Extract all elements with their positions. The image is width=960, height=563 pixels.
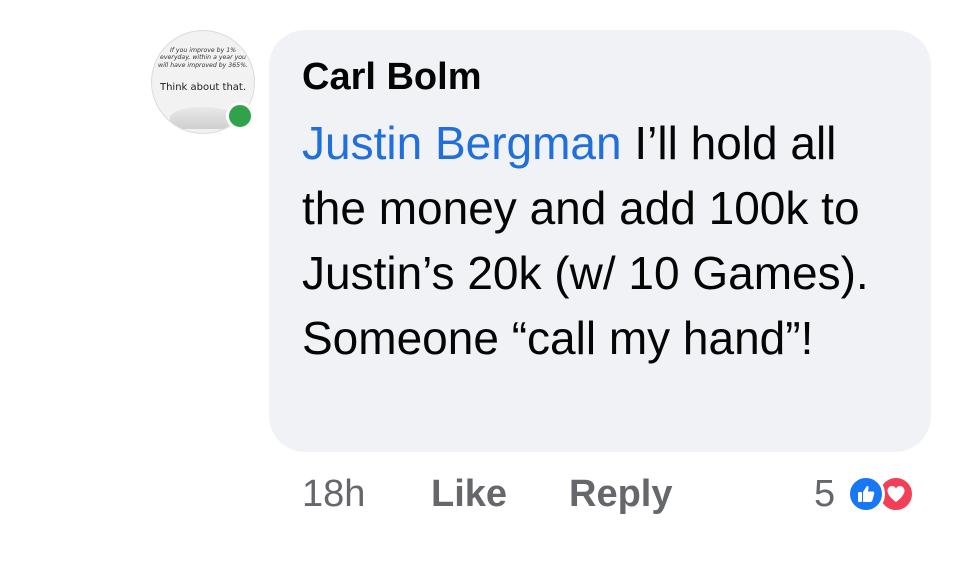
reply-button[interactable]: Reply	[569, 472, 672, 516]
online-status-icon	[226, 102, 254, 130]
like-button[interactable]: Like	[431, 472, 507, 516]
avatar-quote-line: everyday, within a year you	[160, 54, 246, 62]
like-reaction-icon[interactable]	[847, 475, 885, 513]
mention-link[interactable]: Justin Bergman	[302, 117, 622, 169]
comment-text: Justin Bergman I’ll hold all the money a…	[302, 111, 902, 371]
thumbs-up-icon	[858, 486, 875, 502]
reaction-count[interactable]: 5	[814, 472, 835, 516]
comment-timestamp-link[interactable]: 18h	[302, 472, 365, 516]
comment-bubble: Carl Bolm Justin Bergman I’ll hold all t…	[269, 30, 931, 452]
comment-thread-item: If you improve by 1% everyday, within a …	[0, 0, 960, 563]
avatar-quote-line: will have improved by 365%.	[158, 61, 248, 69]
avatar-quote: If you improve by 1% everyday, within a …	[158, 47, 248, 69]
comment-author-link[interactable]: Carl Bolm	[302, 56, 481, 98]
heart-icon	[887, 486, 905, 502]
avatar-tagline: Think about that.	[159, 82, 247, 93]
